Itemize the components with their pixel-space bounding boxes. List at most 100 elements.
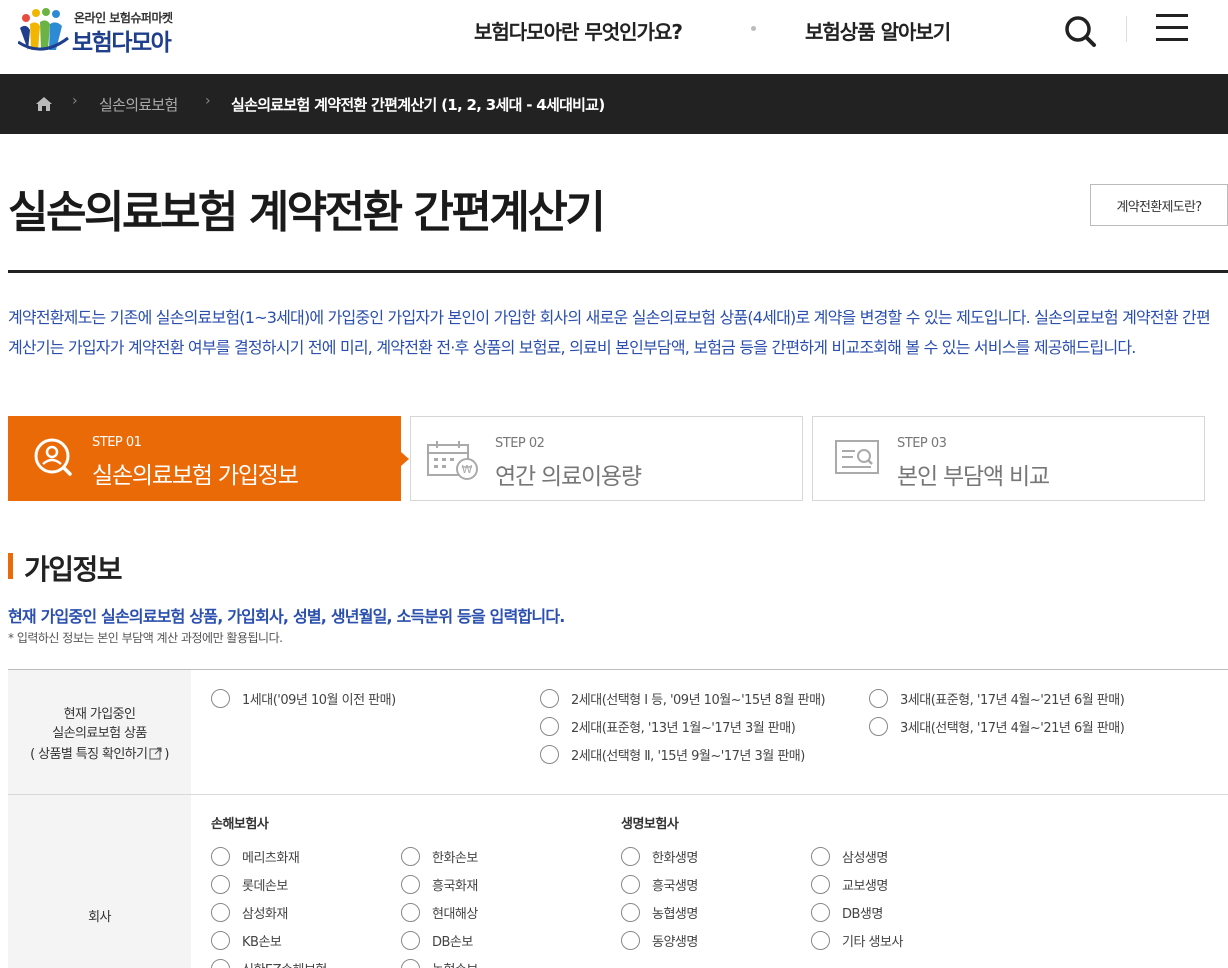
radio-circle[interactable]	[211, 875, 230, 894]
radio-label: 2세대(표준형, '13년 1월~'17년 3월 판매)	[571, 721, 796, 736]
radio-label: 교보생명	[842, 879, 888, 894]
radio-company[interactable]: 신한EZ손해보험	[211, 959, 327, 968]
section-marker	[8, 553, 13, 579]
radio-company[interactable]: 삼성생명	[811, 847, 888, 866]
breadcrumb: › 실손의료보험 › 실손의료보험 계약전환 간편계산기 (1, 2, 3세대 …	[0, 74, 1228, 134]
step-3[interactable]: STEP 03 본인 부담액 비교	[812, 416, 1205, 501]
breadcrumb-item-category[interactable]: 실손의료보험	[99, 94, 178, 115]
svg-text:₩: ₩	[462, 463, 473, 476]
radio-circle[interactable]	[211, 847, 230, 866]
radio-circle[interactable]	[401, 847, 420, 866]
radio-circle[interactable]	[540, 745, 559, 764]
radio-company[interactable]: KB손보	[211, 931, 282, 950]
radio-circle[interactable]	[540, 689, 559, 708]
step-number: STEP 02	[495, 436, 545, 451]
radio-gen2-standard[interactable]: 2세대(표준형, '13년 1월~'17년 3월 판매)	[540, 717, 796, 736]
radio-circle[interactable]	[811, 875, 830, 894]
row-divider	[8, 794, 1228, 795]
logo-people-icon	[18, 8, 69, 51]
nav-products[interactable]: 보험상품 알아보기	[805, 16, 951, 45]
radio-circle[interactable]	[621, 847, 640, 866]
radio-company[interactable]: DB생명	[811, 903, 883, 922]
external-link-icon	[149, 747, 162, 760]
user-search-icon	[34, 438, 72, 476]
radio-circle[interactable]	[621, 875, 640, 894]
home-icon[interactable]	[35, 96, 53, 112]
radio-company[interactable]: 한화생명	[621, 847, 698, 866]
radio-label: 흥국생명	[652, 879, 698, 894]
radio-circle[interactable]	[211, 959, 230, 968]
radio-gen3-select[interactable]: 3세대(선택형, '17년 4월~'21년 6월 판매)	[869, 717, 1125, 736]
radio-circle[interactable]	[211, 931, 230, 950]
step-label: 실손의료보험 가입정보	[92, 463, 299, 489]
radio-company[interactable]: 동양생명	[621, 931, 698, 950]
about-transfer-button[interactable]: 계약전환제도란?	[1090, 184, 1228, 226]
radio-gen1[interactable]: 1세대('09년 10월 이전 판매)	[211, 689, 396, 708]
title-divider	[8, 270, 1228, 273]
radio-label: 삼성생명	[842, 851, 888, 866]
radio-label: 신한EZ손해보험	[242, 959, 327, 968]
section-note: * 입력하신 정보는 본인 부담액 계산 과정에만 활용됩니다.	[8, 631, 283, 645]
radio-company[interactable]: 농협생명	[621, 903, 698, 922]
radio-label: 농협손보	[432, 959, 478, 968]
hamburger-menu-icon[interactable]	[1156, 14, 1190, 44]
radio-circle[interactable]	[540, 717, 559, 736]
label-line: 실손의료보험 상품	[52, 726, 147, 741]
search-icon[interactable]	[1060, 10, 1100, 50]
step-number: STEP 03	[897, 436, 947, 451]
nav-about[interactable]: 보험다모아란 무엇인가요?	[474, 16, 683, 45]
product-features-link-text: ( 상품별 특징 확인하기	[30, 747, 148, 762]
radio-circle[interactable]	[811, 903, 830, 922]
radio-company[interactable]: 교보생명	[811, 875, 888, 894]
radio-company[interactable]: 흥국생명	[621, 875, 698, 894]
radio-company[interactable]: 현대해상	[401, 903, 478, 922]
radio-circle[interactable]	[811, 931, 830, 950]
radio-circle[interactable]	[401, 959, 420, 968]
radio-label: 농협생명	[652, 907, 698, 922]
radio-circle[interactable]	[811, 847, 830, 866]
radio-circle[interactable]	[401, 903, 420, 922]
radio-label: 롯데손보	[242, 879, 288, 894]
section-lead: 현재 가입중인 실손의료보험 상품, 가입회사, 성별, 생년월일, 소득분위 …	[8, 607, 565, 626]
calendar-money-icon: ₩	[427, 441, 478, 480]
radio-circle[interactable]	[401, 875, 420, 894]
document-search-icon	[835, 440, 879, 474]
radio-company[interactable]: 메리츠화재	[211, 847, 300, 866]
radio-circle[interactable]	[621, 931, 640, 950]
radio-company[interactable]: 삼성화재	[211, 903, 288, 922]
company-label: 회사	[88, 910, 111, 925]
radio-circle[interactable]	[401, 931, 420, 950]
radio-circle[interactable]	[621, 903, 640, 922]
radio-company[interactable]: 농협손보	[401, 959, 478, 968]
radio-company[interactable]: 흥국화재	[401, 875, 478, 894]
header-divider	[1126, 16, 1127, 42]
radio-circle[interactable]	[869, 689, 888, 708]
chevron-right-icon: ›	[72, 93, 78, 109]
chevron-right-icon: ›	[205, 93, 211, 109]
step-2[interactable]: ₩ STEP 02 연간 의료이용량	[410, 416, 803, 501]
radio-company[interactable]: 롯데손보	[211, 875, 288, 894]
radio-company[interactable]: 기타 생보사	[811, 931, 903, 950]
radio-label: 한화생명	[652, 851, 698, 866]
product-features-link-close: )	[164, 747, 169, 762]
radio-gen2-select1[interactable]: 2세대(선택형 Ⅰ 등, '09년 10월~'15년 8월 판매)	[540, 689, 826, 708]
radio-label: 한화손보	[432, 851, 478, 866]
site-logo[interactable]: 온라인 보험슈퍼마켓 보험다모아	[18, 6, 198, 58]
product-features-link[interactable]: ( 상품별 특징 확인하기)	[8, 745, 191, 764]
radio-circle[interactable]	[211, 689, 230, 708]
radio-label: 동양생명	[652, 935, 698, 950]
radio-circle[interactable]	[211, 903, 230, 922]
step-number: STEP 01	[92, 435, 142, 450]
radio-gen3-standard[interactable]: 3세대(표준형, '17년 4월~'21년 6월 판매)	[869, 689, 1125, 708]
radio-label: 흥국화재	[432, 879, 478, 894]
intro-text: 계약전환제도는 기존에 실손의료보험(1~3세대)에 가입중인 가입자가 본인이…	[8, 308, 1211, 357]
logo-title: 보험다모아	[72, 30, 172, 56]
step-label: 연간 의료이용량	[495, 464, 642, 490]
nav-separator-dot	[751, 26, 756, 31]
step-1[interactable]: STEP 01 실손의료보험 가입정보	[8, 416, 409, 501]
radio-company[interactable]: DB손보	[401, 931, 473, 950]
radio-gen2-select2[interactable]: 2세대(선택형 Ⅱ, '15년 9월~'17년 3월 판매)	[540, 745, 805, 764]
radio-company[interactable]: 한화손보	[401, 847, 478, 866]
step-arrow	[401, 452, 409, 466]
radio-circle[interactable]	[869, 717, 888, 736]
